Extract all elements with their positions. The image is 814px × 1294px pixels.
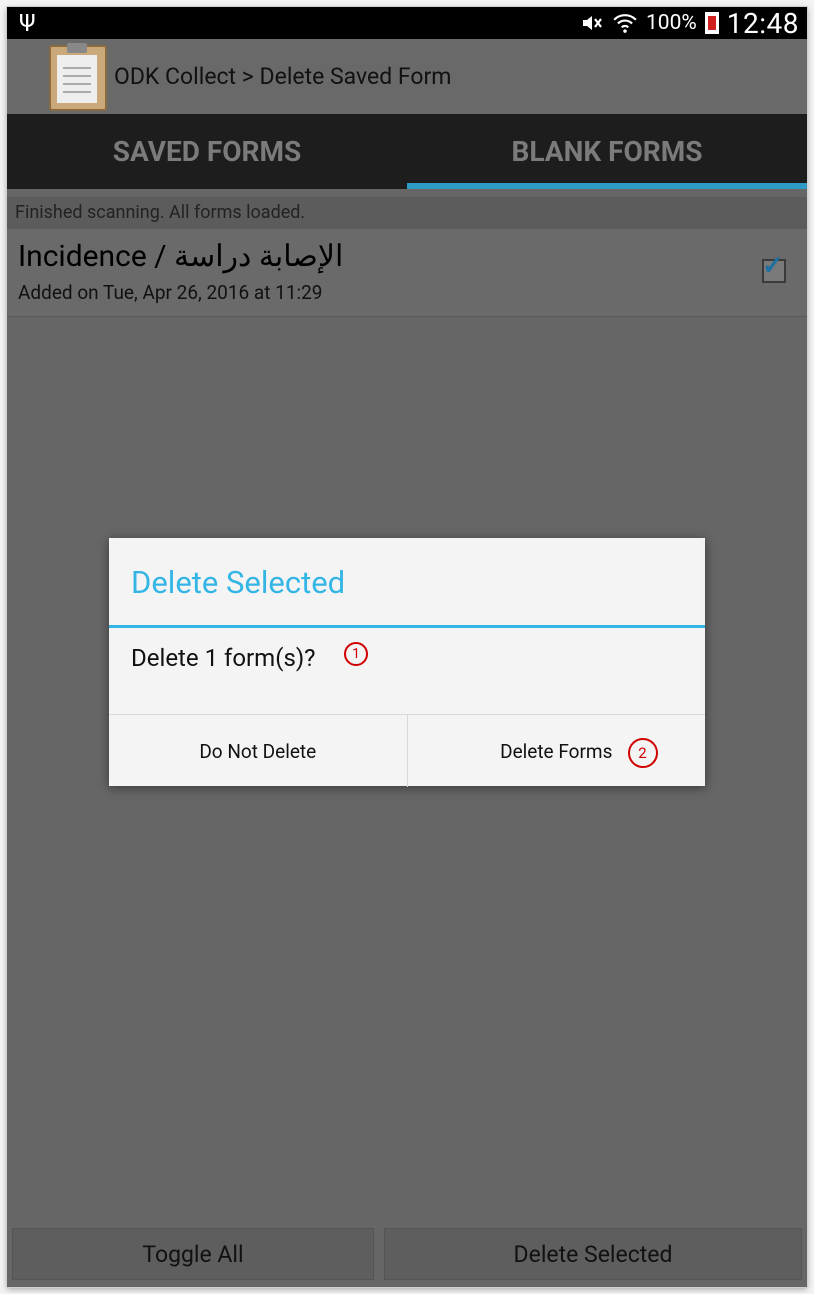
action-bar: ODK Collect > Delete Saved Form	[7, 39, 807, 114]
callout-badge-2: 2	[627, 738, 658, 768]
tab-bar: SAVED FORMS BLANK FORMS	[7, 114, 807, 189]
clipboard-icon[interactable]	[49, 43, 107, 111]
clock: 12:48	[726, 7, 799, 40]
bottom-bar: Toggle All Delete Selected	[7, 1225, 807, 1287]
battery-icon	[704, 12, 719, 34]
device-screen: Ψ 100% 12:48 ODK Collect > Delete Saved …	[7, 7, 807, 1287]
status-bar: Ψ 100% 12:48	[7, 7, 807, 40]
delete-forms-label: Delete Forms	[500, 739, 613, 763]
delete-selected-button[interactable]: Delete Selected	[384, 1228, 802, 1280]
wifi-icon	[613, 14, 637, 33]
list-item[interactable]: Incidence / الإصابة دراسة Added on Tue, …	[7, 229, 807, 317]
battery-percent: 100%	[645, 11, 697, 35]
tab-blank-forms[interactable]: BLANK FORMS	[407, 114, 807, 189]
dialog-title: Delete Selected	[131, 564, 346, 601]
toggle-all-button[interactable]: Toggle All	[12, 1228, 374, 1280]
check-icon: ✓	[762, 251, 784, 281]
status-message: Finished scanning. All forms loaded.	[7, 197, 807, 229]
usb-icon: Ψ	[19, 9, 36, 37]
form-checkbox[interactable]: ✓	[762, 251, 786, 283]
callout-badge-1: 1	[344, 642, 368, 666]
do-not-delete-label: Do Not Delete	[199, 739, 317, 763]
mute-icon	[582, 16, 602, 30]
tab-saved-forms[interactable]: SAVED FORMS	[7, 114, 407, 189]
page-title: ODK Collect > Delete Saved Form	[114, 63, 452, 90]
delete-forms-button[interactable]: Delete Forms 2	[406, 715, 706, 787]
form-subtitle: Added on Tue, Apr 26, 2016 at 11:29	[18, 281, 323, 304]
form-title: Incidence / الإصابة دراسة	[18, 239, 344, 274]
do-not-delete-button[interactable]: Do Not Delete	[109, 715, 407, 787]
delete-dialog: Delete Selected Delete 1 form(s)? 1 Do N…	[109, 538, 705, 787]
dialog-divider	[109, 625, 705, 628]
dialog-buttons: Do Not Delete Delete Forms 2	[109, 714, 705, 787]
status-icons: 100% 12:48	[580, 7, 799, 40]
dialog-message: Delete 1 form(s)?	[131, 644, 316, 672]
